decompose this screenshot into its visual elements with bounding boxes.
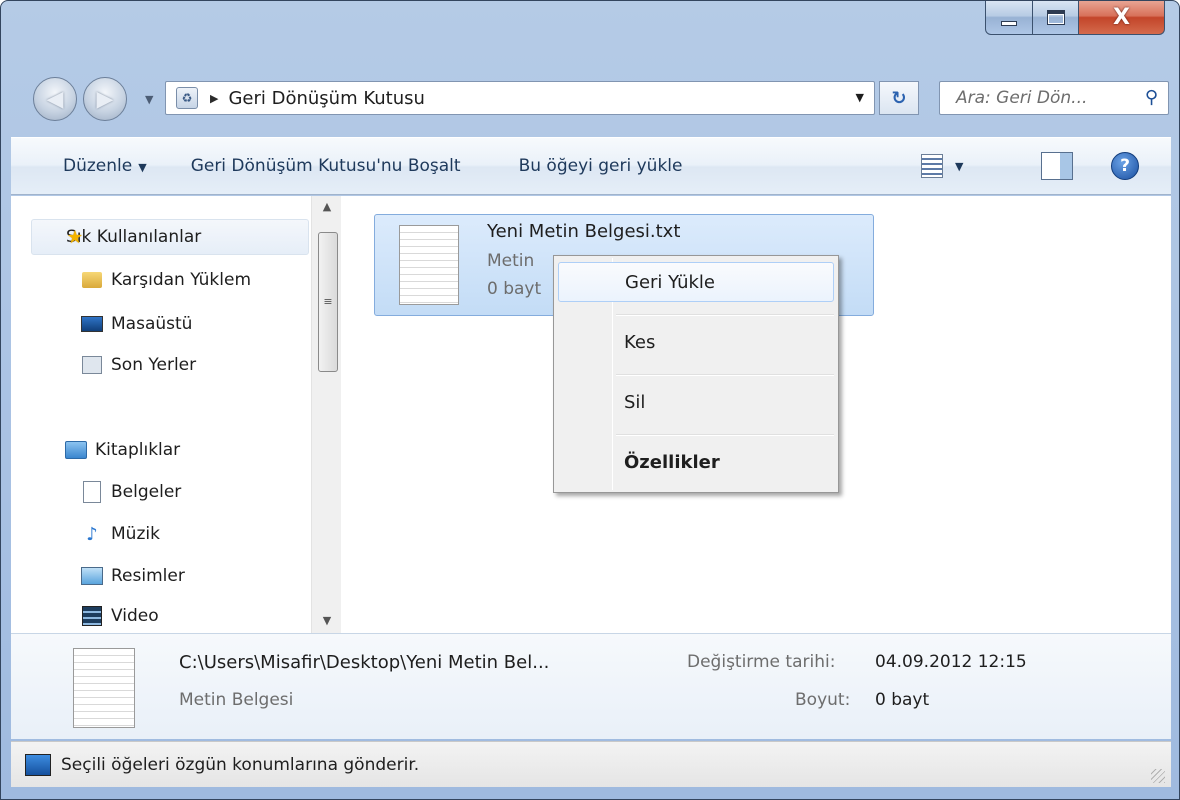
modified-date-label: Değiştirme tarihi: [687,652,836,672]
maximize-button[interactable] [1033,1,1079,35]
menu-item-properties[interactable]: Özellikler [558,442,834,482]
address-bar[interactable]: ♻ ▶ Geri Dönüşüm Kutusu ▼ [165,81,875,115]
documents-icon [83,481,101,503]
caption-buttons: X [985,1,1165,37]
star-icon: ★ [66,226,84,248]
explorer-window: X ◀ ▶ ▼ ♻ ▶ Geri Dönüşüm Kutusu ▼ ↻ Ara:… [0,0,1180,800]
sidebar-item-downloads[interactable]: Karşıdan Yüklem [81,262,251,298]
scroll-down-icon[interactable]: ▼ [312,614,342,627]
close-button[interactable]: X [1079,1,1165,35]
back-arrow-icon: ◀ [46,86,64,112]
back-button[interactable]: ◀ [33,77,77,121]
recent-places-icon [82,356,102,374]
help-icon: ? [1120,156,1130,176]
sidebar-item-label: Sık Kullanılanlar [66,227,202,247]
sidebar-item-video[interactable]: Video [81,598,159,633]
restore-item-button[interactable]: Bu öğeyi geri yükle [519,156,683,176]
search-box[interactable]: Ara: Geri Dön... ⚲ [939,81,1169,115]
size-label: Boyut: [795,690,851,710]
navigation-scrollbar[interactable]: ▲ ≡ ▼ [311,196,341,633]
status-text: Seçili öğeleri özgün konumlarına gönderi… [61,754,420,775]
resize-grip-icon[interactable] [1151,769,1165,783]
menu-separator [616,374,834,376]
organize-label: Düzenle [63,156,133,176]
status-bar: Seçili öğeleri özgün konumlarına gönderi… [11,741,1171,787]
refresh-icon: ↻ [891,87,907,109]
computer-icon [25,753,51,776]
recycle-bin-icon: ♻ [176,87,198,109]
context-menu: Geri Yükle Kes Sil Özellikler [553,255,839,493]
downloads-folder-icon [82,272,102,288]
file-size: 0 bayt [487,279,542,299]
breadcrumb-separator-icon[interactable]: ▶ [210,92,218,105]
navigation-pane: ★ Sık Kullanılanlar Karşıdan Yüklem Masa… [11,196,341,633]
breadcrumb-recycle-bin[interactable]: Geri Dönüşüm Kutusu [228,88,424,109]
libraries-icon [65,441,87,459]
help-button[interactable]: ? [1111,152,1139,180]
menu-separator [616,314,834,316]
music-icon: ♪ [86,523,98,545]
view-options-dropdown-icon[interactable]: ▼ [955,160,963,173]
close-icon: X [1113,5,1130,30]
sidebar-item-pictures[interactable]: Resimler [81,558,185,594]
address-dropdown-icon[interactable]: ▼ [856,91,864,104]
size-value: 0 bayt [875,690,930,710]
sidebar-item-music[interactable]: ♪ Müzik [81,516,160,552]
forward-arrow-icon: ▶ [96,86,114,112]
details-path: C:\Users\Misafir\Desktop\Yeni Metin Bel.… [179,652,550,673]
menu-item-delete[interactable]: Sil [558,382,834,422]
search-input[interactable]: Ara: Geri Dön... [956,88,1087,108]
navigation-bar: ◀ ▶ ▼ ♻ ▶ Geri Dönüşüm Kutusu ▼ ↻ Ara: G… [1,69,1179,125]
empty-recycle-bin-button[interactable]: Geri Dönüşüm Kutusu'nu Boşalt [191,156,461,176]
file-name: Yeni Metin Belgesi.txt [487,221,681,242]
navigation-tree: ★ Sık Kullanılanlar Karşıdan Yüklem Masa… [11,196,311,633]
details-type: Metin Belgesi [179,690,294,710]
sidebar-item-desktop[interactable]: Masaüstü [81,306,192,342]
scrollbar-thumb[interactable]: ≡ [318,232,338,372]
file-type: Metin [487,251,535,271]
scroll-up-icon[interactable]: ▲ [312,200,342,213]
minimize-button[interactable] [985,1,1033,35]
sidebar-item-label: Karşıdan Yüklem [111,270,252,290]
modified-date-value: 04.09.2012 12:15 [875,652,1027,672]
minimize-icon [1001,21,1017,26]
sidebar-item-label: Kitaplıklar [95,440,181,460]
grip-icon: ≡ [323,295,333,308]
recent-pages-dropdown-icon[interactable]: ▼ [145,93,153,106]
menu-item-cut[interactable]: Kes [558,322,834,362]
video-icon [82,606,102,626]
sidebar-item-label: Belgeler [111,482,182,502]
desktop-icon [81,316,103,332]
sidebar-item-libraries[interactable]: Kitaplıklar [65,432,180,468]
refresh-button[interactable]: ↻ [879,81,919,115]
sidebar-item-label: Müzik [111,524,160,544]
maximize-icon [1046,10,1065,25]
organize-button[interactable]: Düzenle ▼ [63,156,147,176]
pictures-icon [81,567,103,585]
sidebar-item-label: Video [111,606,159,626]
text-file-icon [399,225,459,305]
search-icon[interactable]: ⚲ [1145,87,1158,108]
forward-button[interactable]: ▶ [83,77,127,121]
sidebar-item-recent-places[interactable]: Son Yerler [81,347,196,383]
sidebar-item-label: Resimler [111,566,185,586]
change-view-icon[interactable] [921,154,943,178]
menu-item-restore[interactable]: Geri Yükle [558,262,834,302]
sidebar-item-label: Son Yerler [111,355,197,375]
command-bar: Düzenle ▼ Geri Dönüşüm Kutusu'nu Boşalt B… [11,137,1171,195]
sidebar-item-label: Masaüstü [111,314,193,334]
menu-separator [616,434,834,436]
sidebar-item-favorites[interactable]: ★ Sık Kullanılanlar [31,219,309,255]
chevron-down-icon: ▼ [138,161,147,174]
text-file-icon [73,648,135,728]
preview-pane-icon[interactable] [1041,152,1073,180]
sidebar-item-documents[interactable]: Belgeler [81,474,181,510]
details-pane: C:\Users\Misafir\Desktop\Yeni Metin Bel.… [11,633,1171,739]
